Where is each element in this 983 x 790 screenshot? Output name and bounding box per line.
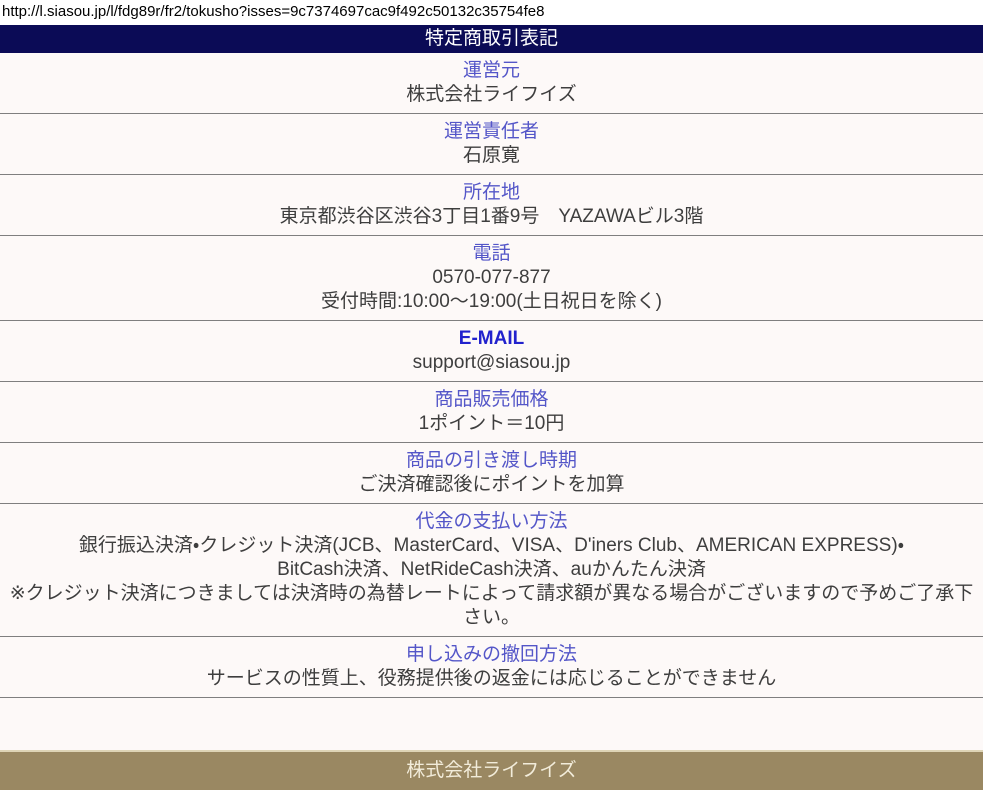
info-row-line: 株式会社ライフイズ: [8, 83, 975, 107]
page-url-text: http://l.siasou.jp/l/fdg89r/fr2/tokusho?…: [0, 0, 983, 25]
info-row-label: 運営責任者: [8, 120, 975, 144]
info-row-label: 商品販売価格: [8, 388, 975, 412]
footer-company-name: 株式会社ライフイズ: [406, 760, 576, 781]
info-row-line: 0570-077-877: [8, 266, 975, 290]
info-row: 代金の支払い方法 銀行振込決済・クレジット決済(JCB、MasterCard、V…: [0, 504, 983, 637]
pre-footer-spacer: [0, 698, 983, 750]
info-row-line: サービスの性質上、役務提供後の返金には応じることができません: [8, 667, 975, 691]
info-row: 商品販売価格 1ポイント＝10円: [0, 382, 983, 443]
info-table: 運営元 株式会社ライフイズ 運営責任者 石原寛 所在地 東京都渋谷区渋谷3丁目1…: [0, 53, 983, 698]
info-row-line: 東京都渋谷区渋谷3丁目1番9号 YAZAWAビル3階: [8, 205, 975, 229]
info-row-line: 銀行振込決済・クレジット決済(JCB、MasterCard、VISA、D'ine…: [8, 534, 975, 558]
info-row-line: ※クレジット決済につきましては決済時の為替レートによって請求額が異なる場合がござ…: [8, 582, 975, 630]
info-row: 商品の引き渡し時期 ご決済確認後にポイントを加算: [0, 443, 983, 504]
info-row-line: 石原寛: [8, 144, 975, 168]
info-row-line: ご決済確認後にポイントを加算: [8, 473, 975, 497]
info-row-label: 所在地: [8, 181, 975, 205]
info-row: 申し込みの撤回方法 サービスの性質上、役務提供後の返金には応じることができません: [0, 637, 983, 698]
info-row: 運営責任者 石原寛: [0, 114, 983, 175]
info-row: 運営元 株式会社ライフイズ: [0, 53, 983, 114]
info-row-label: E-MAIL: [8, 327, 975, 351]
info-row-label: 電話: [8, 242, 975, 266]
info-row: E-MAIL support@siasou.jp: [0, 321, 983, 382]
info-row-label: 商品の引き渡し時期: [8, 449, 975, 473]
info-row-line: 1ポイント＝10円: [8, 412, 975, 436]
tokusho-page: http://l.siasou.jp/l/fdg89r/fr2/tokusho?…: [0, 0, 983, 790]
page-title-bar: 特定商取引表記: [0, 25, 983, 53]
info-row-label: 代金の支払い方法: [8, 510, 975, 534]
info-row-line: BitCash決済、NetRideCash決済、auかんたん決済: [8, 558, 975, 582]
info-row-line: 受付時間:10:00〜19:00(土日祝日を除く): [8, 290, 975, 314]
info-row: 電話 0570-077-877受付時間:10:00〜19:00(土日祝日を除く): [0, 236, 983, 321]
page-title: 特定商取引表記: [425, 28, 558, 49]
info-row-label: 申し込みの撤回方法: [8, 643, 975, 667]
info-row: 所在地 東京都渋谷区渋谷3丁目1番9号 YAZAWAビル3階: [0, 175, 983, 236]
info-row-line: support@siasou.jp: [8, 351, 975, 375]
info-row-label: 運営元: [8, 59, 975, 83]
footer-bar: 株式会社ライフイズ: [0, 750, 983, 790]
